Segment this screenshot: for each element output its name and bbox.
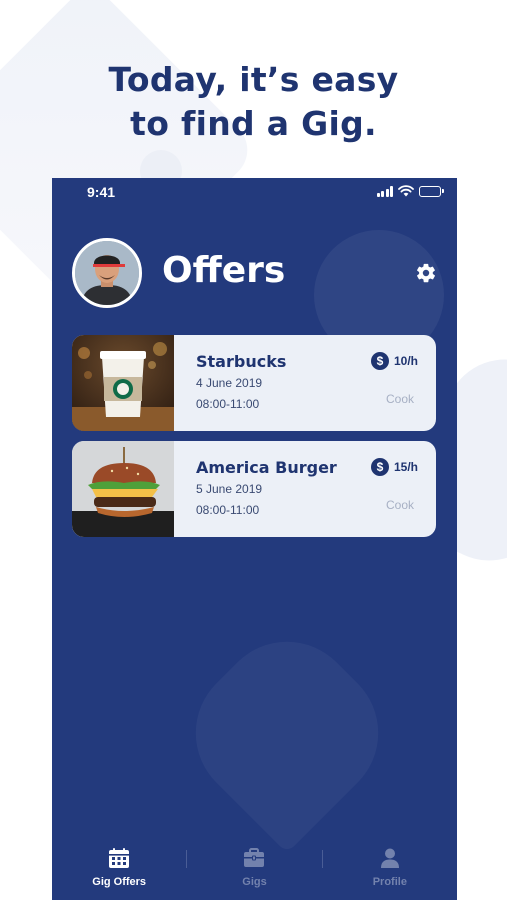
offer-card-america-burger[interactable]: America Burger 5 June 2019 08:00-11:00 $… [72,441,436,537]
offer-details: Starbucks 4 June 2019 08:00-11:00 $ 10/h… [196,335,436,431]
offer-role: Cook [385,392,414,406]
calendar-icon [109,848,130,868]
gear-icon[interactable] [415,262,437,284]
status-bar: 9:41 [52,178,457,208]
person-icon [380,848,399,868]
signal-icon [376,185,393,197]
wifi-icon [398,185,414,197]
rate-value: 10/h [393,354,418,368]
offer-date: 4 June 2019 [196,376,263,390]
offer-card-starbucks[interactable]: Starbucks 4 June 2019 08:00-11:00 $ 10/h… [72,335,436,431]
tab-profile[interactable]: Profile [323,842,457,888]
offer-rate: $ 10/h [370,352,418,370]
tab-gig-offers[interactable]: Gig Offers [52,842,186,888]
burger-photo [72,441,174,537]
avatar-photo [75,241,139,305]
decorative-drop-shape [166,612,408,854]
battery-icon [419,185,444,197]
phone-screen: 9:41 Offers Starbucks 4 June 2019 08:00-… [52,178,457,900]
coffee-cup-photo [72,335,174,431]
dollar-icon: $ [370,458,389,476]
tab-label: Profile [372,876,407,888]
offer-rate: $ 15/h [370,458,418,476]
headline-line-2: to find a Gig. [130,104,377,143]
briefcase-icon [244,848,265,867]
dollar-icon: $ [370,352,389,370]
user-avatar[interactable] [72,238,142,308]
status-icons [376,185,444,197]
offer-time: 08:00-11:00 [196,397,260,411]
offer-details: America Burger 5 June 2019 08:00-11:00 $… [196,441,436,537]
tab-gigs[interactable]: Gigs [187,842,321,888]
offers-header: Offers [52,238,457,312]
tab-label: Gigs [242,876,267,888]
rate-value: 15/h [393,460,418,474]
offer-name: Starbucks [196,352,287,371]
bottom-tab-bar: Gig Offers Gigs Profile [52,830,457,900]
promo-headline: Today, it’s easy to find a Gig. [0,58,507,146]
offer-time: 08:00-11:00 [196,503,260,517]
offer-name: America Burger [196,458,337,477]
tab-label: Gig Offers [92,876,147,888]
offers-list: Starbucks 4 June 2019 08:00-11:00 $ 10/h… [72,335,436,547]
offer-date: 5 June 2019 [196,482,263,496]
status-time: 9:41 [87,184,116,200]
page-title: Offers [162,250,286,291]
offer-role: Cook [385,498,414,512]
headline-line-1: Today, it’s easy [108,60,399,99]
